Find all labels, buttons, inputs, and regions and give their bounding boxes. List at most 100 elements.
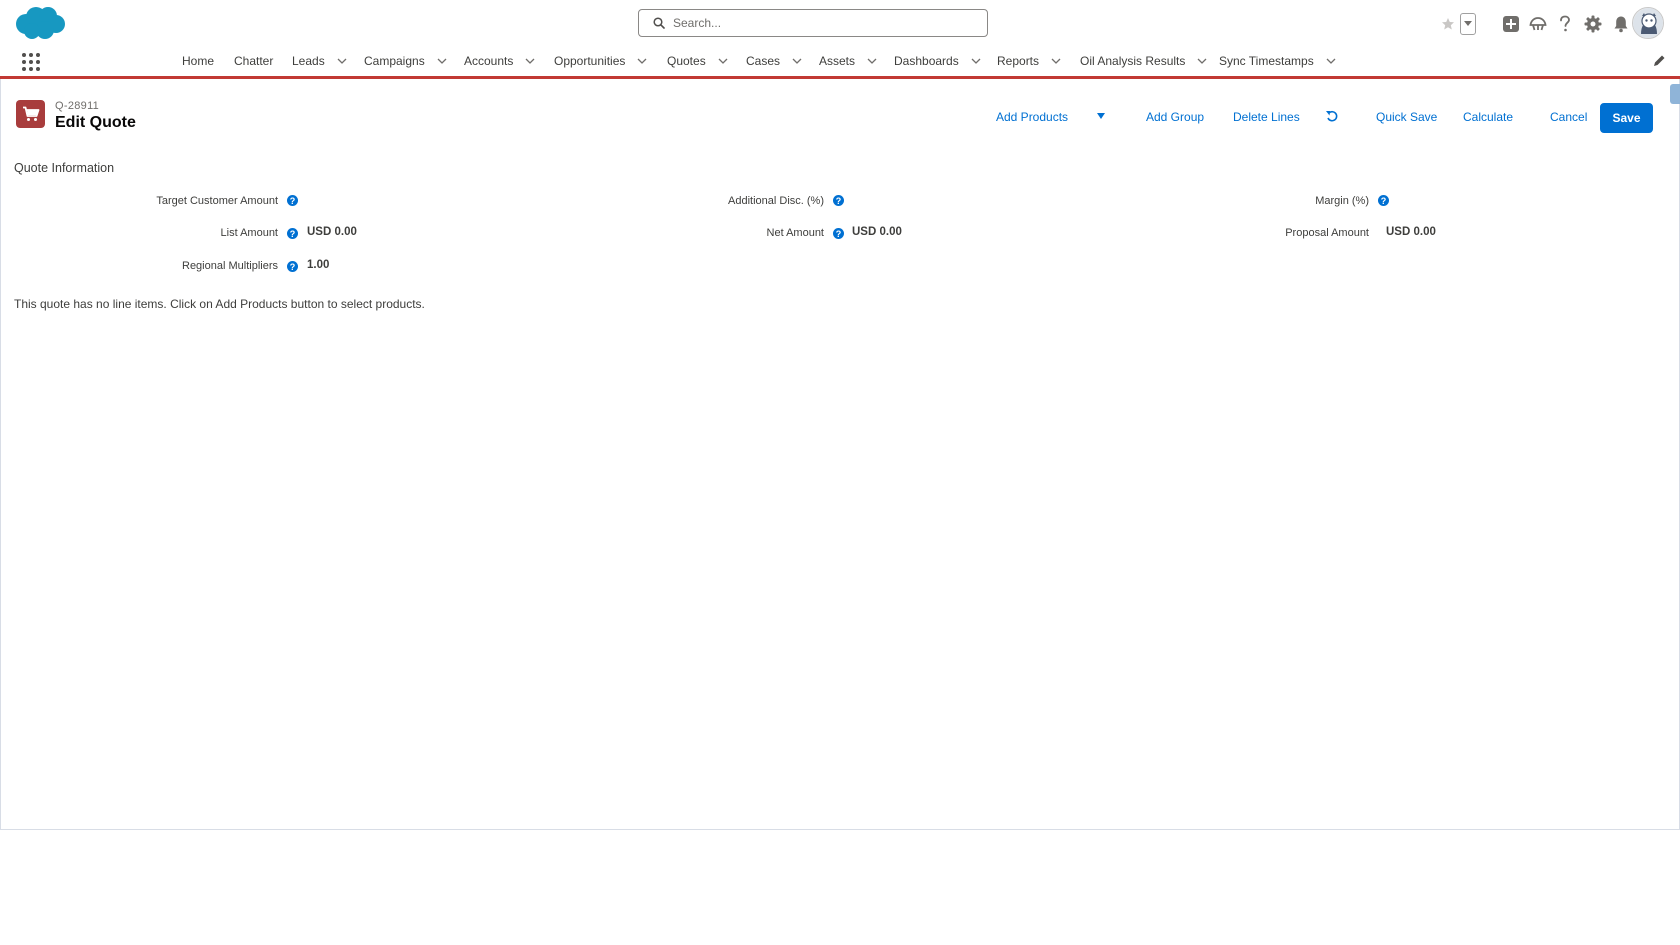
nav-item-label: Leads: [292, 54, 325, 68]
help-icon[interactable]: ?: [833, 195, 844, 206]
trailhead-button[interactable]: [1526, 12, 1550, 36]
chevron-down-icon[interactable]: [437, 58, 447, 64]
plus-square-icon: [1503, 16, 1519, 32]
field-proposal-amount: Proposal Amount: [1000, 225, 1369, 243]
field-net-amount: Net Amount: [400, 225, 824, 243]
chevron-down-icon[interactable]: [637, 58, 647, 64]
salesforce-logo[interactable]: [12, 4, 66, 42]
chevron-down-icon[interactable]: [337, 58, 347, 64]
pencil-icon: [1654, 55, 1665, 66]
app-navigation-bar: Home Chatter Leads Campaigns Accounts Op…: [0, 46, 1680, 79]
field-label: Proposal Amount: [1285, 227, 1369, 239]
help-icon[interactable]: ?: [287, 261, 298, 272]
app-launcher-dot: [22, 67, 26, 71]
field-value-regional-multipliers: 1.00: [307, 259, 330, 271]
page-header: Q-28911 Edit Quote Add Products Add Grou…: [0, 96, 1680, 140]
help-button[interactable]: [1553, 12, 1577, 36]
field-label: Target Customer Amount: [156, 195, 278, 207]
global-search[interactable]: [638, 9, 988, 37]
chevron-down-icon[interactable]: [525, 58, 535, 64]
field-label: List Amount: [220, 227, 278, 239]
chevron-down-icon[interactable]: [867, 58, 877, 64]
nav-item-label: Oil Analysis Results: [1080, 54, 1186, 68]
star-icon[interactable]: [1436, 12, 1460, 36]
nav-item-assets[interactable]: Assets: [819, 46, 877, 76]
field-margin: Margin (%): [1000, 193, 1369, 211]
nav-item-accounts[interactable]: Accounts: [464, 46, 535, 76]
field-value-proposal-amount: USD 0.00: [1386, 226, 1436, 238]
help-icon[interactable]: ?: [833, 228, 844, 239]
notifications-button[interactable]: [1609, 12, 1633, 36]
nav-item-label: Home: [182, 54, 215, 68]
add-products-button[interactable]: Add Products: [996, 110, 1068, 124]
chevron-down-icon[interactable]: [971, 58, 981, 64]
record-number: Q-28911: [55, 100, 100, 112]
nav-item-oil-analysis-results[interactable]: Oil Analysis Results: [1080, 46, 1207, 76]
nav-item-home[interactable]: Home: [182, 46, 214, 76]
chevron-down-icon[interactable]: [1326, 58, 1336, 64]
nav-item-label: Campaigns: [364, 54, 425, 68]
field-label: Margin (%): [1315, 195, 1369, 207]
nav-item-campaigns[interactable]: Campaigns: [364, 46, 447, 76]
favorites-dropdown-button[interactable]: [1460, 13, 1476, 35]
nav-item-dashboards[interactable]: Dashboards: [894, 46, 981, 76]
save-button[interactable]: Save: [1600, 103, 1653, 133]
nav-item-sync-timestamps[interactable]: Sync Timestamps: [1219, 46, 1336, 76]
content-frame: [0, 79, 1680, 830]
global-actions-button[interactable]: [1499, 12, 1523, 36]
calculate-button[interactable]: Calculate: [1463, 110, 1513, 124]
nav-item-chatter[interactable]: Chatter: [234, 46, 273, 76]
nav-item-cases[interactable]: Cases: [746, 46, 802, 76]
quick-save-button[interactable]: Quick Save: [1376, 110, 1437, 124]
setup-button[interactable]: [1581, 12, 1605, 36]
search-icon: [653, 17, 665, 29]
field-regional-multipliers: Regional Multipliers: [0, 258, 278, 276]
question-icon: [1560, 15, 1570, 32]
field-value-net-amount: USD 0.00: [852, 226, 902, 238]
help-icon[interactable]: ?: [287, 228, 298, 239]
delete-lines-button[interactable]: Delete Lines: [1233, 110, 1300, 124]
chevron-down-icon[interactable]: [718, 58, 728, 64]
chevron-down-icon[interactable]: [1197, 58, 1207, 64]
undo-icon: [1326, 110, 1338, 122]
app-launcher-dot: [29, 67, 33, 71]
undo-button[interactable]: [1325, 109, 1339, 123]
nav-item-label: Assets: [819, 54, 856, 68]
nav-item-label: Cases: [746, 54, 781, 68]
nav-item-label: Reports: [997, 54, 1040, 68]
help-icon[interactable]: ?: [287, 195, 298, 206]
chevron-down-icon[interactable]: [792, 58, 802, 64]
field-target-customer-amount: Target Customer Amount: [0, 193, 278, 211]
search-input[interactable]: [673, 16, 973, 30]
help-icon[interactable]: ?: [1378, 195, 1389, 206]
edit-nav-button[interactable]: [1652, 54, 1666, 68]
user-avatar[interactable]: [1632, 7, 1664, 39]
nav-item-label: Accounts: [464, 54, 514, 68]
nav-item-leads[interactable]: Leads: [292, 46, 347, 76]
nav-item-quotes[interactable]: Quotes: [667, 46, 728, 76]
page-title: Edit Quote: [55, 114, 136, 131]
field-value-list-amount: USD 0.00: [307, 226, 357, 238]
nav-item-reports[interactable]: Reports: [997, 46, 1061, 76]
app-launcher-dot: [29, 53, 33, 57]
nav-item-label: Quotes: [667, 54, 706, 68]
cancel-button[interactable]: Cancel: [1550, 110, 1587, 124]
bell-icon: [1614, 16, 1628, 33]
add-products-menu-button[interactable]: [1095, 109, 1107, 121]
nav-item-label: Opportunities: [554, 54, 626, 68]
app-launcher-dot: [36, 67, 40, 71]
nav-item-label: Chatter: [234, 54, 274, 68]
app-launcher-button[interactable]: [20, 51, 42, 73]
nav-item-opportunities[interactable]: Opportunities: [554, 46, 647, 76]
add-group-button[interactable]: Add Group: [1146, 110, 1204, 124]
app-launcher-dot: [36, 53, 40, 57]
gear-icon: [1584, 15, 1602, 33]
nav-item-label: Dashboards: [894, 54, 959, 68]
global-header: [0, 0, 1680, 46]
cart-icon: [22, 106, 39, 121]
chevron-down-icon[interactable]: [1051, 58, 1061, 64]
nav-item-label: Sync Timestamps: [1219, 54, 1314, 68]
field-label: Additional Disc. (%): [728, 195, 824, 207]
caret-down-icon: [1097, 113, 1105, 119]
app-launcher-dot: [36, 60, 40, 64]
